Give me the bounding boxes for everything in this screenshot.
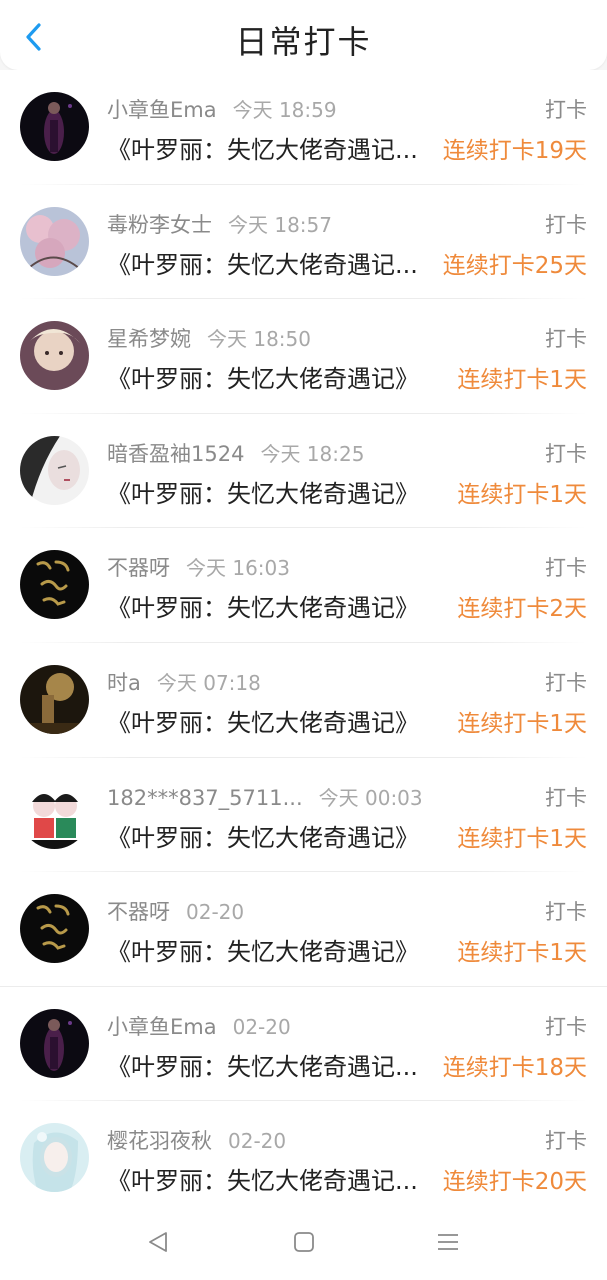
book-title[interactable]: 《叶罗丽：失忆大佬奇遇记》 bbox=[107, 818, 419, 853]
username[interactable]: 不器呀 bbox=[107, 900, 170, 924]
list-item[interactable]: 星希梦婉 今天 18:50 打卡 《叶罗丽：失忆大佬奇遇记》 连续打卡1天 bbox=[0, 299, 607, 414]
book-title[interactable]: 《叶罗丽：失忆大佬奇遇记》 bbox=[107, 359, 419, 394]
book-title[interactable]: 《叶罗丽：失忆大佬奇遇记》 bbox=[107, 474, 419, 509]
page-title: 日常打卡 bbox=[235, 23, 372, 61]
streak-label: 连续打卡25天 bbox=[442, 252, 587, 279]
avatar[interactable] bbox=[20, 321, 89, 391]
username[interactable]: 星希梦婉 bbox=[107, 327, 191, 351]
list-item[interactable]: 小章鱼Ema 02-20 打卡 《叶罗丽：失忆大佬奇遇记... 连续打卡18天 bbox=[0, 987, 607, 1102]
username[interactable]: 樱花羽夜秋 bbox=[107, 1129, 212, 1153]
avatar[interactable] bbox=[20, 550, 89, 620]
list-item[interactable]: 小章鱼Ema 今天 18:59 打卡 《叶罗丽：失忆大佬奇遇记... 连续打卡19… bbox=[0, 70, 607, 185]
avatar[interactable] bbox=[20, 664, 89, 734]
avatar[interactable] bbox=[20, 894, 89, 964]
username[interactable]: 小章鱼Ema bbox=[107, 1015, 217, 1039]
system-nav-bar bbox=[0, 1200, 607, 1280]
checkin-tag: 打卡 bbox=[545, 441, 587, 466]
item-meta: 小章鱼Ema 02-20 bbox=[107, 1011, 291, 1041]
timestamp: 今天 00:03 bbox=[318, 785, 423, 810]
menu-lines-icon bbox=[438, 1234, 458, 1250]
avatar[interactable] bbox=[20, 92, 89, 161]
username[interactable]: 不器呀 bbox=[107, 556, 170, 580]
book-title[interactable]: 《叶罗丽：失忆大佬奇遇记... bbox=[107, 245, 418, 280]
checkin-tag: 打卡 bbox=[545, 327, 587, 352]
timestamp: 02-20 bbox=[228, 1129, 287, 1154]
streak-label: 连续打卡19天 bbox=[442, 138, 587, 164]
list-item[interactable]: 182***837_5711... 今天 00:03 打卡 《叶罗丽：失忆大佬奇遇… bbox=[0, 758, 607, 873]
username[interactable]: 182***837_5711... bbox=[107, 786, 303, 810]
book-title[interactable]: 《叶罗丽：失忆大佬奇遇记... bbox=[107, 1047, 418, 1082]
username[interactable]: 暗香盈袖1524 bbox=[107, 442, 244, 466]
timestamp: 今天 18:50 bbox=[207, 327, 311, 352]
list-item[interactable]: 樱花羽夜秋 02-20 打卡 《叶罗丽：失忆大佬奇遇记... 连续打卡20天 bbox=[0, 1101, 607, 1216]
nav-back-button[interactable] bbox=[144, 1228, 172, 1256]
streak-label: 连续打卡1天 bbox=[457, 481, 587, 508]
list-item[interactable]: 时a 今天 07:18 打卡 《叶罗丽：失忆大佬奇遇记》 连续打卡1天 bbox=[0, 643, 607, 758]
list-item[interactable]: 毒粉李女士 今天 18:57 打卡 《叶罗丽：失忆大佬奇遇记... 连续打卡25天 bbox=[0, 185, 607, 300]
checkin-tag: 打卡 bbox=[545, 900, 587, 925]
timestamp: 今天 18:59 bbox=[232, 98, 337, 122]
nav-home-button[interactable] bbox=[290, 1228, 318, 1256]
book-title[interactable]: 《叶罗丽：失忆大佬奇遇记》 bbox=[107, 588, 419, 623]
streak-label: 连续打卡20天 bbox=[442, 1169, 587, 1196]
streak-label: 连续打卡1天 bbox=[457, 710, 587, 737]
timestamp: 今天 16:03 bbox=[186, 556, 290, 581]
avatar[interactable] bbox=[20, 779, 89, 849]
timestamp: 02-20 bbox=[186, 900, 245, 925]
streak-label: 连续打卡1天 bbox=[457, 367, 587, 394]
username[interactable]: 时a bbox=[107, 671, 141, 695]
streak-label: 连续打卡1天 bbox=[457, 940, 587, 967]
avatar[interactable] bbox=[20, 1123, 89, 1193]
book-title[interactable]: 《叶罗丽：失忆大佬奇遇记》 bbox=[107, 703, 419, 738]
item-meta: 暗香盈袖1524 今天 18:25 bbox=[107, 438, 364, 468]
username[interactable]: 毒粉李女士 bbox=[107, 213, 212, 237]
streak-label: 连续打卡2天 bbox=[457, 596, 587, 623]
streak-label: 连续打卡18天 bbox=[442, 1054, 587, 1081]
avatar[interactable] bbox=[20, 435, 89, 505]
book-title[interactable]: 《叶罗丽：失忆大佬奇遇记》 bbox=[107, 932, 419, 967]
timestamp: 今天 18:25 bbox=[260, 441, 365, 466]
item-meta: 小章鱼Ema 今天 18:59 bbox=[107, 94, 337, 124]
timestamp: 今天 18:57 bbox=[228, 212, 332, 237]
item-meta: 樱花羽夜秋 02-20 bbox=[107, 1125, 286, 1155]
checkin-tag: 打卡 bbox=[545, 212, 587, 237]
item-meta: 不器呀 02-20 bbox=[107, 896, 244, 926]
list-item[interactable]: 暗香盈袖1524 今天 18:25 打卡 《叶罗丽：失忆大佬奇遇记》 连续打卡1天 bbox=[0, 414, 607, 529]
item-meta: 毒粉李女士 今天 18:57 bbox=[107, 209, 332, 239]
book-title[interactable]: 《叶罗丽：失忆大佬奇遇记... bbox=[107, 1161, 418, 1196]
checkin-tag: 打卡 bbox=[545, 98, 587, 122]
item-meta: 182***837_5711... 今天 00:03 bbox=[107, 782, 423, 811]
list-item[interactable]: 不器呀 02-20 打卡 《叶罗丽：失忆大佬奇遇记》 连续打卡1天 bbox=[0, 872, 607, 987]
username[interactable]: 小章鱼Ema bbox=[107, 98, 217, 122]
item-meta: 时a 今天 07:18 bbox=[107, 667, 261, 697]
checkin-tag: 打卡 bbox=[545, 785, 587, 810]
item-meta: 星希梦婉 今天 18:50 bbox=[107, 323, 311, 353]
checkin-list: 小章鱼Ema 今天 18:59 打卡 《叶罗丽：失忆大佬奇遇记... 连续打卡19… bbox=[0, 70, 607, 1200]
triangle-back-icon bbox=[149, 1232, 167, 1252]
timestamp: 今天 07:18 bbox=[156, 670, 261, 695]
avatar[interactable] bbox=[20, 206, 89, 276]
nav-menu-button[interactable] bbox=[434, 1228, 462, 1256]
checkin-tag: 打卡 bbox=[545, 1014, 587, 1039]
list-item[interactable]: 不器呀 今天 16:03 打卡 《叶罗丽：失忆大佬奇遇记》 连续打卡2天 bbox=[0, 528, 607, 643]
book-title[interactable]: 《叶罗丽：失忆大佬奇遇记... bbox=[107, 130, 418, 165]
app-header: 日常打卡 bbox=[0, 0, 607, 70]
streak-label: 连续打卡1天 bbox=[457, 825, 587, 852]
square-home-icon bbox=[294, 1232, 314, 1252]
checkin-tag: 打卡 bbox=[545, 556, 587, 581]
timestamp: 02-20 bbox=[232, 1014, 291, 1039]
avatar[interactable] bbox=[20, 1008, 89, 1078]
checkin-tag: 打卡 bbox=[545, 670, 587, 695]
checkin-tag: 打卡 bbox=[545, 1129, 587, 1154]
item-meta: 不器呀 今天 16:03 bbox=[107, 552, 290, 582]
